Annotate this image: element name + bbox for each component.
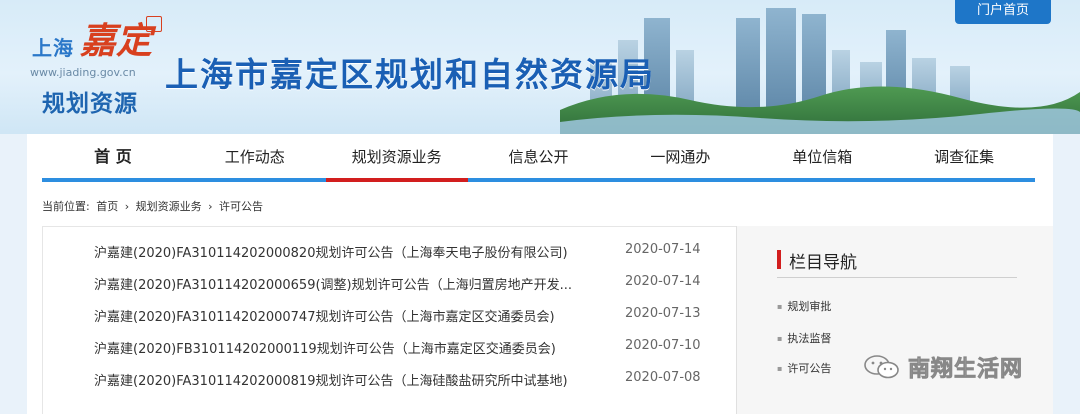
wechat-watermark: 南翔生活网 [862,350,1023,384]
wechat-icon [864,355,899,379]
sidebar-link-enforcement[interactable]: 执法监督 [777,330,831,346]
notice-row[interactable]: 沪嘉建(2020)FA310114202000659(调整)规划许可公告（上海归… [43,267,738,297]
nav-item-info-disclosure[interactable]: 信息公开 [468,134,610,178]
nav-item-planning-business[interactable]: 规划资源业务 [325,134,468,182]
nav-item-mailbox[interactable]: 单位信箱 [751,134,893,178]
breadcrumb-current[interactable]: 许可公告 [219,200,263,213]
notice-title[interactable]: 沪嘉建(2020)FA310114202000819规划许可公告（上海硅酸盐研究… [94,370,594,389]
logo-subtitle: 规划资源 [42,91,138,117]
notice-title[interactable]: 沪嘉建(2020)FA310114202000820规划许可公告（上海奉天电子股… [94,242,594,261]
breadcrumb-separator: › [124,200,130,213]
breadcrumb: 当前位置: 首页 › 规划资源业务 › 许可公告 [42,198,266,214]
breadcrumb-prefix: 当前位置: [42,200,90,213]
notice-title[interactable]: 沪嘉建(2020)FA310114202000659(调整)规划许可公告（上海归… [94,274,594,293]
notice-date: 2020-07-14 [625,274,701,289]
sidebar: 栏目导航 规划审批 执法监督 许可公告 [736,226,1053,414]
site-banner: 上海 嘉定 www.jiading.gov.cn 规划资源 上海市嘉定区规划和自… [0,0,1080,134]
nav-item-home[interactable]: 首 页 [42,134,184,178]
sidebar-accent-bar [777,250,781,269]
site-title: 上海市嘉定区规划和自然资源局 [165,55,655,94]
sidebar-header: 栏目导航 [777,248,1017,278]
portal-home-button[interactable]: 门户首页 [955,0,1051,24]
logo-mark: 嘉定 [80,20,153,62]
nav-item-one-net-service[interactable]: 一网通办 [609,134,751,178]
notice-list: 沪嘉建(2020)FA310114202000820规划许可公告（上海奉天电子股… [42,226,737,414]
notice-row[interactable]: 沪嘉建(2020)FA310114202000747规划许可公告（上海市嘉定区交… [43,299,738,329]
sidebar-title: 栏目导航 [789,253,857,273]
nav-item-survey[interactable]: 调查征集 [893,134,1035,178]
logo-text: 上海 [32,36,74,60]
logo-seal-icon [146,16,162,32]
breadcrumb-planning[interactable]: 规划资源业务 [136,200,202,213]
notice-date: 2020-07-13 [625,306,701,321]
breadcrumb-home[interactable]: 首页 [96,200,118,213]
nav-item-work-news[interactable]: 工作动态 [184,134,326,178]
logo-url: www.jiading.gov.cn [30,66,136,79]
notice-date: 2020-07-08 [625,370,701,385]
notice-date: 2020-07-14 [625,242,701,257]
notice-row[interactable]: 沪嘉建(2020)FA310114202000820规划许可公告（上海奉天电子股… [43,235,738,265]
notice-title[interactable]: 沪嘉建(2020)FA310114202000747规划许可公告（上海市嘉定区交… [94,306,594,325]
notice-row[interactable]: 沪嘉建(2020)FA310114202000819规划许可公告（上海硅酸盐研究… [43,363,738,393]
watermark-text: 南翔生活网 [908,357,1024,383]
sidebar-link-permit-notice[interactable]: 许可公告 [777,360,831,376]
notice-row[interactable]: 沪嘉建(2020)FB310114202000119规划许可公告（上海市嘉定区交… [43,331,738,361]
main-nav: 首 页 工作动态 规划资源业务 信息公开 一网通办 单位信箱 调查征集 [42,134,1035,182]
notice-date: 2020-07-10 [625,338,701,353]
breadcrumb-separator: › [208,200,213,213]
notice-title[interactable]: 沪嘉建(2020)FB310114202000119规划许可公告（上海市嘉定区交… [94,338,594,357]
sidebar-link-planning-approval[interactable]: 规划审批 [777,298,831,314]
